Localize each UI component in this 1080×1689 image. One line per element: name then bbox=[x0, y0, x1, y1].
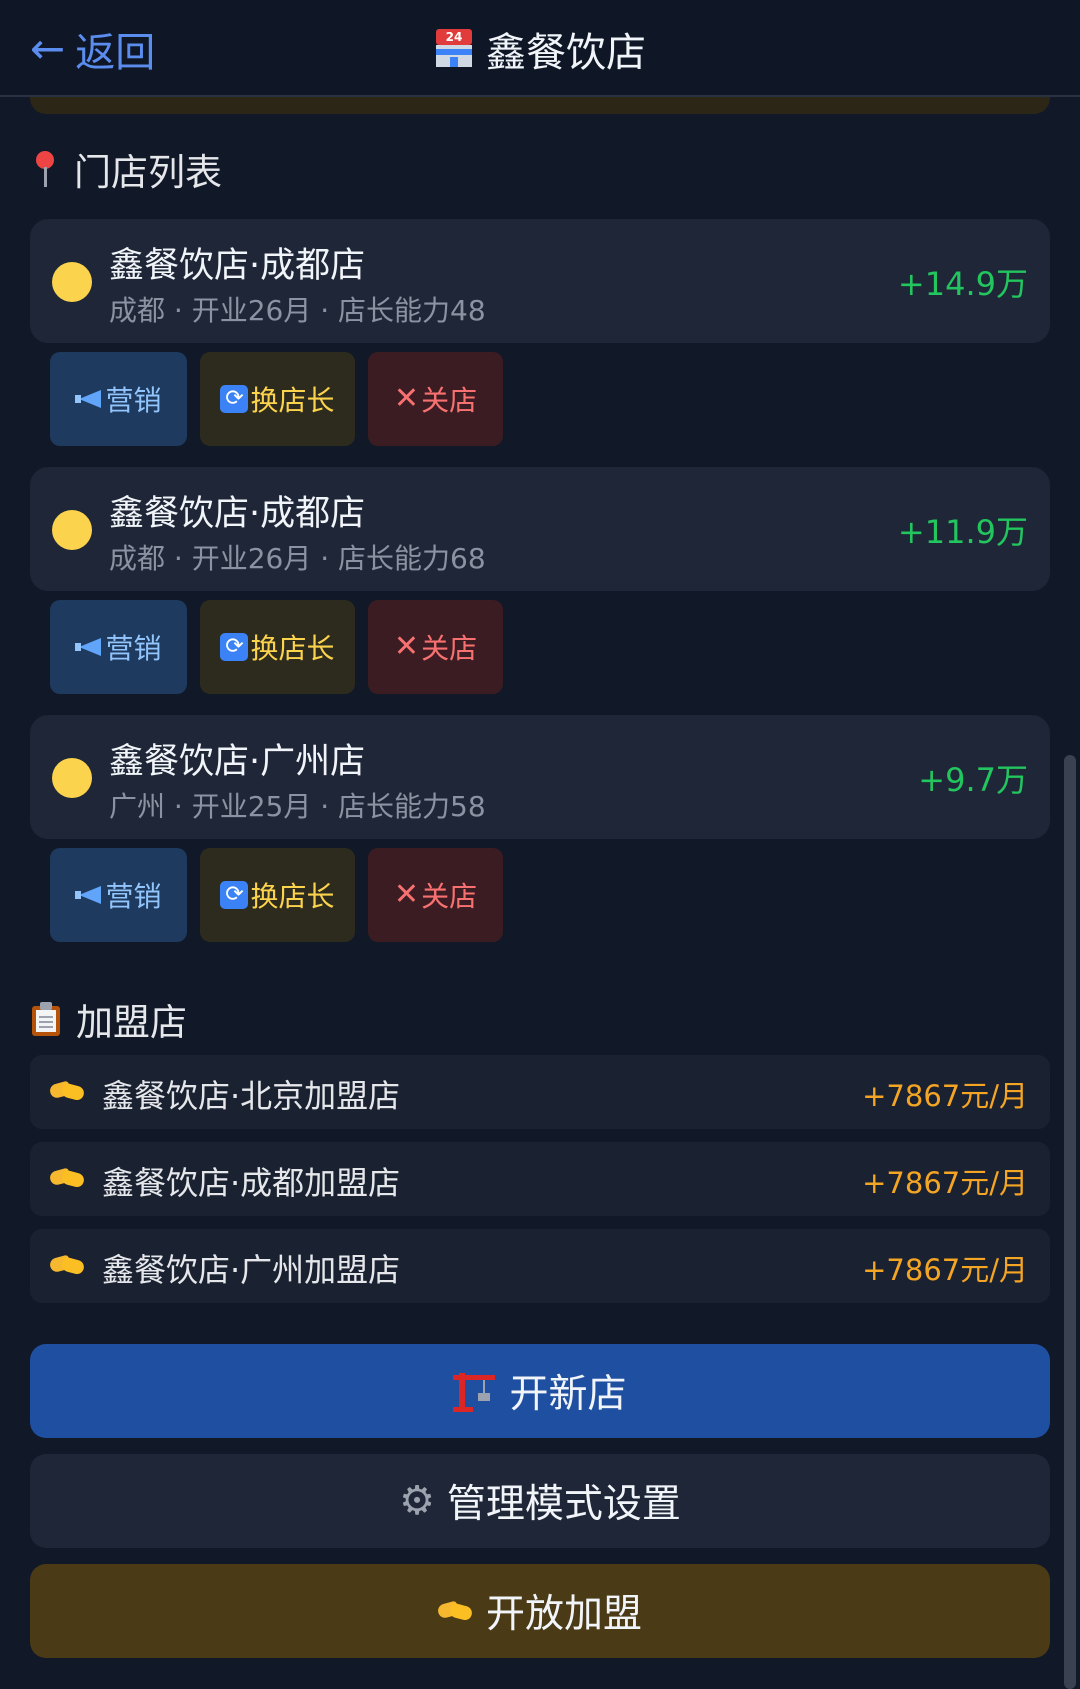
franchise-row[interactable]: 鑫餐饮店·成都加盟店 +7867元/月 bbox=[30, 1142, 1050, 1216]
swap-manager-button[interactable]: ⟳ 换店长 bbox=[200, 352, 355, 446]
franchise-section-label: 加盟店 bbox=[76, 1001, 187, 1044]
page-title: 24 鑫餐饮店 bbox=[0, 22, 1080, 76]
clipboard-icon bbox=[32, 1002, 60, 1036]
store-card[interactable]: 鑫餐饮店·广州店 广州 · 开业25月 · 店长能力58 +9.7万 bbox=[30, 715, 1050, 839]
close-icon: ✕ bbox=[393, 381, 420, 416]
franchise-section-title: 加盟店 bbox=[32, 992, 187, 1046]
store-meta: 广州 · 开业25月 · 店长能力58 bbox=[109, 790, 486, 823]
handshake-icon bbox=[48, 1251, 86, 1281]
stores-section-label: 门店列表 bbox=[74, 151, 222, 194]
swap-manager-label: 换店长 bbox=[250, 880, 335, 913]
store-actions: 营销 ⟳ 换店长 ✕ 关店 bbox=[50, 352, 503, 446]
open-store-button[interactable]: 开新店 bbox=[30, 1344, 1050, 1438]
store-meta: 成都 · 开业26月 · 店长能力48 bbox=[109, 294, 486, 327]
manage-settings-button[interactable]: ⚙ 管理模式设置 bbox=[30, 1454, 1050, 1548]
franchise-name: 鑫餐饮店·北京加盟店 bbox=[102, 1077, 401, 1115]
convenience-store-icon: 24 bbox=[434, 29, 474, 69]
store-profit: +9.7万 bbox=[918, 761, 1028, 799]
handshake-icon bbox=[48, 1077, 86, 1107]
close-store-button[interactable]: ✕ 关店 bbox=[368, 848, 503, 942]
marketing-button[interactable]: 营销 bbox=[50, 600, 187, 694]
swap-manager-label: 换店长 bbox=[250, 384, 335, 417]
swap-manager-button[interactable]: ⟳ 换店长 bbox=[200, 600, 355, 694]
franchise-row[interactable]: 鑫餐饮店·北京加盟店 +7867元/月 bbox=[30, 1055, 1050, 1129]
manage-settings-label: 管理模式设置 bbox=[446, 1482, 681, 1527]
stores-section-title: 门店列表 bbox=[32, 142, 222, 196]
store-card[interactable]: 鑫餐饮店·成都店 成都 · 开业26月 · 店长能力48 +14.9万 bbox=[30, 219, 1050, 343]
refresh-icon: ⟳ bbox=[220, 385, 249, 413]
status-dot bbox=[52, 758, 92, 798]
gear-icon: ⚙ bbox=[399, 1478, 435, 1524]
close-icon: ✕ bbox=[393, 629, 420, 664]
megaphone-icon bbox=[75, 884, 103, 906]
store-meta: 成都 · 开业26月 · 店长能力68 bbox=[109, 542, 486, 575]
close-store-label: 关店 bbox=[421, 632, 478, 665]
franchise-income: +7867元/月 bbox=[862, 1079, 1028, 1113]
franchise-income: +7867元/月 bbox=[862, 1166, 1028, 1200]
megaphone-icon bbox=[75, 636, 103, 658]
app-header: ← 返回 24 鑫餐饮店 bbox=[0, 0, 1080, 97]
close-store-button[interactable]: ✕ 关店 bbox=[368, 352, 503, 446]
franchise-name: 鑫餐饮店·成都加盟店 bbox=[102, 1164, 401, 1202]
open-store-label: 开新店 bbox=[509, 1372, 627, 1417]
franchise-income: +7867元/月 bbox=[862, 1253, 1028, 1287]
store-profit: +14.9万 bbox=[897, 265, 1028, 303]
refresh-icon: ⟳ bbox=[220, 881, 249, 909]
marketing-button[interactable]: 营销 bbox=[50, 848, 187, 942]
status-dot bbox=[52, 510, 92, 550]
franchise-name: 鑫餐饮店·广州加盟店 bbox=[102, 1251, 401, 1289]
page-title-text: 鑫餐饮店 bbox=[486, 30, 646, 76]
status-dot bbox=[52, 262, 92, 302]
open-franchise-label: 开放加盟 bbox=[485, 1592, 642, 1637]
swap-manager-button[interactable]: ⟳ 换店长 bbox=[200, 848, 355, 942]
marketing-label: 营销 bbox=[105, 384, 162, 417]
marketing-button[interactable]: 营销 bbox=[50, 352, 187, 446]
swap-manager-label: 换店长 bbox=[250, 632, 335, 665]
marketing-label: 营销 bbox=[105, 632, 162, 665]
franchise-row[interactable]: 鑫餐饮店·广州加盟店 +7867元/月 bbox=[30, 1229, 1050, 1303]
store-name: 鑫餐饮店·成都店 bbox=[109, 246, 366, 286]
handshake-icon bbox=[48, 1164, 86, 1194]
marketing-label: 营销 bbox=[105, 880, 162, 913]
store-name: 鑫餐饮店·广州店 bbox=[109, 742, 366, 782]
close-store-label: 关店 bbox=[421, 880, 478, 913]
store-actions: 营销 ⟳ 换店长 ✕ 关店 bbox=[50, 600, 503, 694]
scrollbar[interactable] bbox=[1064, 755, 1076, 1689]
store-name: 鑫餐饮店·成都店 bbox=[109, 494, 366, 534]
close-store-button[interactable]: ✕ 关店 bbox=[368, 600, 503, 694]
store-card[interactable]: 鑫餐饮店·成都店 成都 · 开业26月 · 店长能力68 +11.9万 bbox=[30, 467, 1050, 591]
megaphone-icon bbox=[75, 388, 103, 410]
close-icon: ✕ bbox=[393, 877, 420, 912]
refresh-icon: ⟳ bbox=[220, 633, 249, 661]
page: ← 返回 24 鑫餐饮店 门店列表 鑫餐饮店·成都店 成都 · 开业26月 · … bbox=[0, 0, 1080, 1689]
store-actions: 营销 ⟳ 换店长 ✕ 关店 bbox=[50, 848, 503, 942]
close-store-label: 关店 bbox=[421, 384, 478, 417]
pin-icon bbox=[32, 149, 58, 189]
crane-icon bbox=[453, 1369, 497, 1413]
handshake-icon bbox=[436, 1597, 474, 1625]
open-franchise-button[interactable]: 开放加盟 bbox=[30, 1564, 1050, 1658]
store-profit: +11.9万 bbox=[897, 513, 1028, 551]
